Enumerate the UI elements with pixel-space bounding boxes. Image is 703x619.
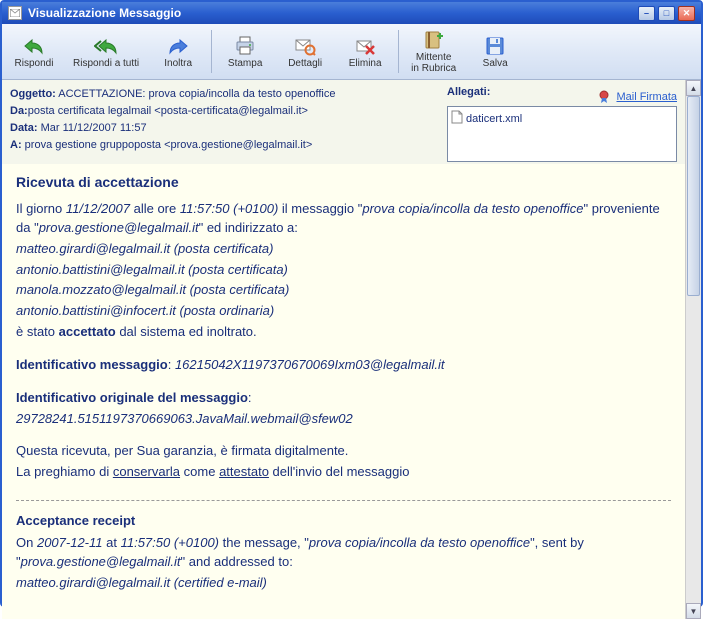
toolbar-separator	[211, 30, 212, 73]
save-icon	[483, 35, 507, 57]
addressbook-icon	[422, 29, 446, 51]
window-title: Visualizzazione Messaggio	[28, 6, 638, 20]
en-recipient-1: matteo.girardi@legalmail.it (certified e…	[16, 575, 267, 590]
print-button[interactable]: Stampa	[215, 26, 275, 77]
app-icon	[8, 6, 22, 20]
file-icon	[451, 110, 463, 127]
date-label: Data:	[10, 122, 38, 134]
titlebar: Visualizzazione Messaggio – □ ✕	[2, 2, 701, 24]
receipt-title: Ricevuta di accettazione	[16, 174, 671, 190]
message-body: Ricevuta di accettazione Il giorno 11/12…	[2, 164, 685, 619]
recipient-2: antonio.battistini@legalmail.it (posta c…	[16, 262, 288, 277]
vertical-scrollbar[interactable]: ▲ ▼	[685, 80, 701, 619]
reply-all-icon	[94, 35, 118, 57]
addressbook-label-2: in Rubrica	[411, 63, 456, 74]
close-button[interactable]: ✕	[678, 6, 695, 21]
mail-signed-link[interactable]: Mail Firmata	[616, 91, 677, 103]
subject-label: Oggetto:	[10, 88, 56, 100]
to-label: A:	[10, 139, 22, 151]
delete-button[interactable]: Elimina	[335, 26, 395, 77]
forward-button[interactable]: Inoltra	[148, 26, 208, 77]
reply-all-label: Rispondi a tutti	[73, 58, 139, 69]
scroll-up-button[interactable]: ▲	[686, 80, 701, 96]
reply-label: Rispondi	[15, 58, 54, 69]
toolbar: Rispondi Rispondi a tutti Inoltra Stampa…	[2, 24, 701, 80]
rosette-icon	[597, 90, 611, 104]
delete-label: Elimina	[349, 58, 382, 69]
minimize-button[interactable]: –	[638, 6, 655, 21]
details-label: Dettagli	[288, 58, 322, 69]
attachment-name: daticert.xml	[466, 113, 522, 125]
to-value: prova gestione gruppoposta <prova.gestio…	[22, 139, 313, 151]
print-label: Stampa	[228, 58, 262, 69]
add-to-addressbook-button[interactable]: Mittente in Rubrica	[402, 26, 465, 77]
forward-icon	[166, 35, 190, 57]
date-value: Mar 11/12/2007 11:57	[38, 122, 147, 134]
from-label: Da:	[10, 105, 28, 117]
maximize-button[interactable]: □	[658, 6, 675, 21]
reply-all-button[interactable]: Rispondi a tutti	[64, 26, 148, 77]
save-label: Salva	[483, 58, 508, 69]
print-icon	[233, 35, 257, 57]
from-value: posta certificata legalmail <posta-certi…	[28, 105, 308, 117]
recipient-4: antonio.battistini@infocert.it (posta or…	[16, 303, 274, 318]
recipient-3: manola.mozzato@legalmail.it (posta certi…	[16, 282, 289, 297]
details-button[interactable]: Dettagli	[275, 26, 335, 77]
recipient-1: matteo.girardi@legalmail.it (posta certi…	[16, 241, 273, 256]
forward-label: Inoltra	[164, 58, 192, 69]
attachment-item[interactable]: daticert.xml	[451, 110, 673, 127]
scroll-thumb[interactable]	[687, 96, 700, 296]
save-button[interactable]: Salva	[465, 26, 525, 77]
original-id-label: Identificativo originale del messaggio	[16, 390, 248, 405]
reply-button[interactable]: Rispondi	[4, 26, 64, 77]
message-headers: Oggetto: ACCETTAZIONE: prova copia/incol…	[2, 80, 685, 164]
message-id-label: Identificativo messaggio	[16, 357, 168, 372]
guarantee-1: Questa ricevuta, per Sua garanzia, è fir…	[16, 442, 671, 461]
attachments-list[interactable]: daticert.xml	[447, 106, 677, 162]
delete-icon	[353, 35, 377, 57]
addressbook-label-1: Mittente	[416, 52, 452, 63]
window-controls: – □ ✕	[638, 6, 695, 21]
details-icon	[293, 35, 317, 57]
subject-value: ACCETTAZIONE: prova copia/incolla da tes…	[56, 88, 336, 100]
message-id-value: 16215042X1197370670069Ixm03@legalmail.it	[175, 357, 445, 372]
acceptance-en-title: Acceptance receipt	[16, 513, 671, 528]
attachments-label: Allegati:	[447, 86, 490, 98]
scroll-down-button[interactable]: ▼	[686, 603, 701, 619]
reply-icon	[22, 35, 46, 57]
toolbar-separator	[398, 30, 399, 73]
original-id-value: 29728241.5151197370669063.JavaMail.webma…	[16, 411, 353, 426]
divider	[16, 500, 671, 501]
